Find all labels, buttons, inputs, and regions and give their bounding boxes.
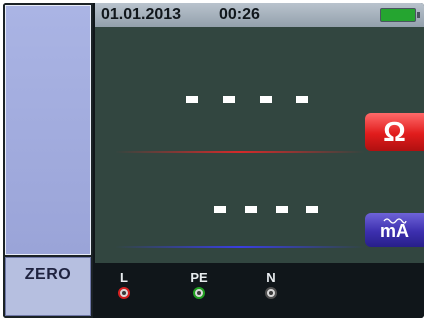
terminal-pe-label: PE <box>190 270 208 285</box>
green-socket-icon <box>193 287 205 299</box>
terminal-n-label: N <box>266 270 276 285</box>
ohm-unit-button[interactable]: Ω <box>365 113 424 151</box>
placeholder-dash <box>186 96 198 103</box>
resistance-reading <box>186 96 311 103</box>
terminal-l: L <box>109 271 139 299</box>
time-display: 00:26 <box>219 6 260 23</box>
zero-button-label: ZERO <box>24 266 72 283</box>
terminal-l-label: L <box>120 270 128 285</box>
red-socket-icon <box>118 287 130 299</box>
terminal-bar: L PE N <box>95 263 424 318</box>
status-bar: 01.01.2013 00:26 <box>95 3 424 27</box>
ac-wave-icon <box>383 218 407 224</box>
terminal-pe: PE <box>184 271 214 299</box>
placeholder-dash <box>260 96 272 103</box>
resistance-divider <box>115 151 365 153</box>
softkey-column: ZERO <box>3 3 93 318</box>
measurement-display: Ω mA <box>95 27 424 263</box>
date-display: 01.01.2013 <box>101 6 182 23</box>
placeholder-dash <box>214 206 226 213</box>
placeholder-dash <box>296 96 308 103</box>
terminal-n: N <box>256 271 286 299</box>
ohm-unit-label: Ω <box>383 116 406 147</box>
meter-screen: ZERO 01.01.2013 00:26 Ω mA L PE N <box>3 3 424 318</box>
placeholder-dash <box>223 96 235 103</box>
placeholder-dash <box>245 206 257 213</box>
placeholder-dash <box>276 206 288 213</box>
black-socket-icon <box>265 287 277 299</box>
current-divider <box>115 246 365 248</box>
placeholder-dash <box>306 206 318 213</box>
zero-button[interactable]: ZERO <box>5 257 91 316</box>
softkey-blank[interactable] <box>5 5 91 255</box>
battery-full-icon <box>380 8 420 22</box>
current-reading <box>214 206 319 213</box>
ma-unit-button[interactable]: mA <box>365 213 424 247</box>
